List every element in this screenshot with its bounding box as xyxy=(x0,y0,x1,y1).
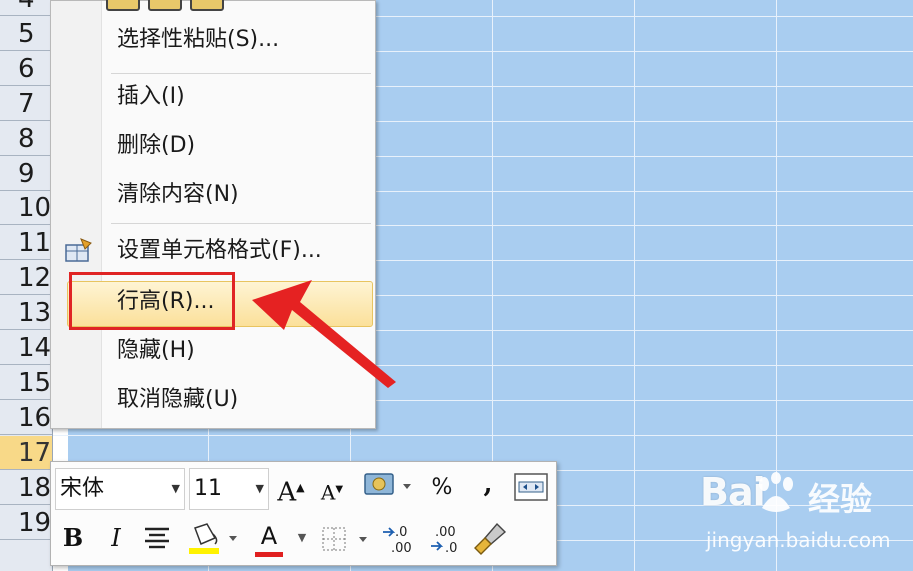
row-header-7[interactable]: 7 xyxy=(0,87,52,121)
mini-toolbar: 宋体 ▼ 11 ▼ A▲ A▼ % , B I A ▼ .0 .00 .00 .… xyxy=(50,461,557,566)
row-header-17[interactable]: 17 xyxy=(0,435,52,470)
menu-item-format-cells[interactable]: 设置单元格格式(F)... xyxy=(117,232,322,272)
callout-highlight-box xyxy=(69,272,235,330)
grow-font-button[interactable]: A▲ xyxy=(275,468,307,508)
font-name-value: 宋体 xyxy=(60,476,105,501)
row-header-6[interactable]: 6 xyxy=(0,52,52,86)
menu-separator xyxy=(111,73,371,74)
font-color-button[interactable]: A xyxy=(251,516,287,557)
font-color-letter: A xyxy=(260,522,278,550)
row-header-14[interactable]: 14 xyxy=(0,331,52,365)
bold-button[interactable]: B xyxy=(59,518,87,558)
menu-icon-gutter xyxy=(51,1,102,428)
callout-arrow xyxy=(252,280,396,388)
baidu-jingyan-watermark: Bai 经验 jingyan.baidu.com xyxy=(700,470,900,565)
borders-icon[interactable] xyxy=(321,526,373,552)
svg-text:.00: .00 xyxy=(391,541,412,556)
row-header-19[interactable]: 19 xyxy=(0,506,52,540)
fill-color-icon[interactable] xyxy=(187,522,243,556)
watermark-brand-cn: 经验 xyxy=(808,480,873,518)
svg-text:.00: .00 xyxy=(435,525,456,540)
font-size-value: 11 xyxy=(194,476,222,501)
chevron-down-icon[interactable]: ▼ xyxy=(295,518,309,558)
row-header-12[interactable]: 12 xyxy=(0,261,52,296)
font-name-combo[interactable]: 宋体 ▼ xyxy=(55,468,185,510)
font-color-swatch xyxy=(255,552,283,557)
row-header-13[interactable]: 13 xyxy=(0,296,52,331)
row-header-8[interactable]: 8 xyxy=(0,122,52,156)
menu-item-hide[interactable]: 隐藏(H) xyxy=(117,332,195,372)
row-header-5[interactable]: 5 xyxy=(0,17,52,51)
font-size-combo[interactable]: 11 ▼ xyxy=(189,468,269,510)
shrink-font-button[interactable]: A▼ xyxy=(317,470,347,510)
menu-item-delete[interactable]: 删除(D) xyxy=(117,127,195,167)
menu-item-paste-special[interactable]: 选择性粘贴(S)... xyxy=(117,21,279,61)
row-headers: 45678910111213141516171819 xyxy=(0,0,53,571)
increase-decimal-icon[interactable]: .0 .00 xyxy=(381,522,421,556)
row-header-4[interactable]: 4 xyxy=(0,0,52,16)
format-painter-icon[interactable] xyxy=(473,520,509,556)
paste-format-icon[interactable] xyxy=(190,0,224,11)
row-header-16[interactable]: 16 xyxy=(0,401,52,435)
comma-style-button[interactable]: , xyxy=(475,464,501,504)
gridline-horizontal xyxy=(53,434,913,436)
row-header-10[interactable]: 10 xyxy=(0,191,52,226)
chevron-down-icon[interactable]: ▼ xyxy=(168,469,180,509)
svg-text:.0: .0 xyxy=(445,541,457,556)
row-header-11[interactable]: 11 xyxy=(0,226,52,261)
align-center-icon[interactable] xyxy=(143,526,171,550)
menu-item-unhide[interactable]: 取消隐藏(U) xyxy=(117,381,238,421)
percent-style-button[interactable]: % xyxy=(427,468,457,508)
paw-logo-icon xyxy=(759,472,793,512)
row-header-18[interactable]: 18 xyxy=(0,471,52,505)
menu-item-insert[interactable]: 插入(I) xyxy=(117,78,185,118)
watermark-url: jingyan.baidu.com xyxy=(706,528,891,552)
chevron-down-icon[interactable]: ▼ xyxy=(252,469,264,509)
row-header-15[interactable]: 15 xyxy=(0,366,52,400)
grow-font-label: A xyxy=(277,477,297,508)
svg-text:.0: .0 xyxy=(395,525,407,540)
format-cells-icon xyxy=(65,238,92,262)
paste-options-icons[interactable] xyxy=(106,0,232,11)
paste-icon[interactable] xyxy=(106,0,140,11)
italic-button[interactable]: I xyxy=(103,518,129,558)
gridline-vertical xyxy=(634,0,635,571)
paste-values-icon[interactable] xyxy=(148,0,182,11)
menu-item-clear-contents[interactable]: 清除内容(N) xyxy=(117,176,239,216)
merge-center-icon[interactable] xyxy=(513,472,549,502)
shrink-font-label: A xyxy=(320,480,336,505)
decrease-decimal-icon[interactable]: .00 .0 xyxy=(427,522,467,556)
row-header-9[interactable]: 9 xyxy=(0,157,52,191)
menu-separator xyxy=(111,223,371,224)
accounting-format-icon[interactable] xyxy=(361,470,413,504)
